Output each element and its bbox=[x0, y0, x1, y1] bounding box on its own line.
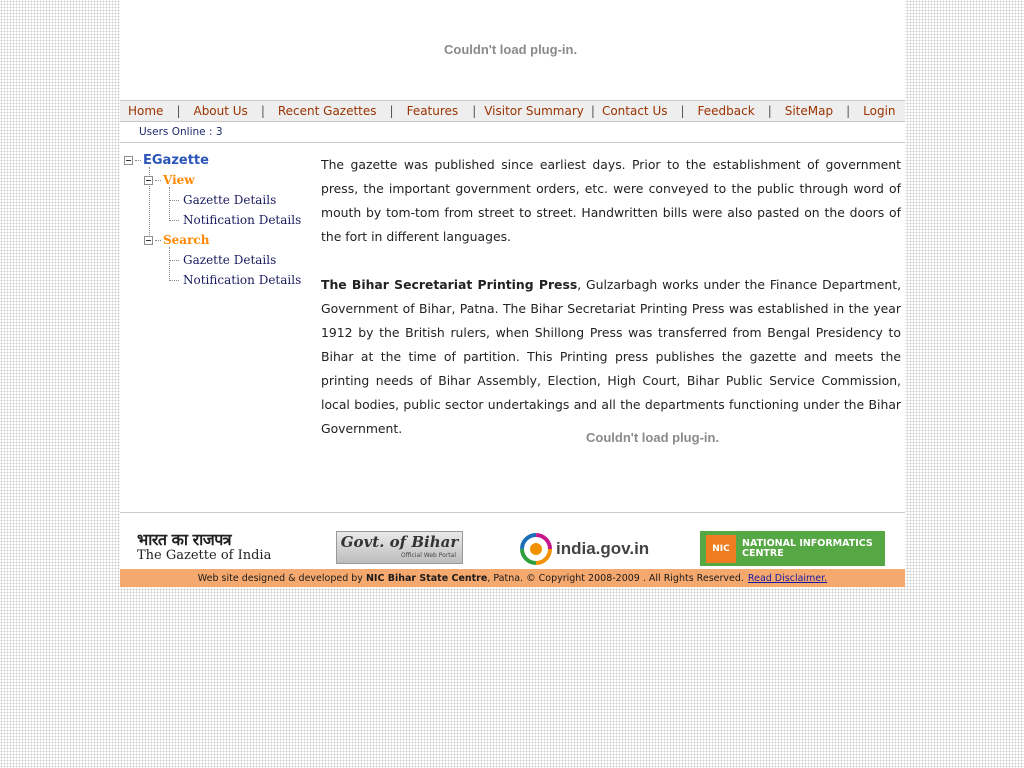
gazette-logo-hindi: भारत का राजपत्र bbox=[137, 530, 232, 549]
tree-connector bbox=[169, 220, 179, 221]
nav-features[interactable]: Features bbox=[407, 104, 459, 118]
india-gov-emblem-icon bbox=[520, 532, 552, 565]
printing-press-title: The Bihar Secretariat Printing Press bbox=[321, 277, 578, 292]
nav-login[interactable]: Login bbox=[863, 104, 895, 118]
nav-home[interactable]: Home bbox=[128, 104, 163, 118]
bihar-logo-title: Govt. of Bihar bbox=[340, 533, 459, 551]
tree-leaf-label[interactable]: Gazette Details bbox=[183, 193, 276, 207]
tree-connector bbox=[169, 280, 179, 281]
tree-connector bbox=[169, 187, 170, 221]
tree-connector bbox=[169, 247, 170, 281]
tree-connector bbox=[155, 179, 161, 181]
tree-item-search-notification-details[interactable]: Notification Details bbox=[183, 273, 301, 287]
tree-leaf-label[interactable]: Gazette Details bbox=[183, 253, 276, 267]
tree-node-view[interactable]: View bbox=[144, 173, 195, 187]
bihar-logo-subtitle: Official Web Portal bbox=[401, 552, 456, 559]
nic-logo-line1: NATIONAL INFORMATICS bbox=[742, 537, 873, 549]
printing-press-paragraph: The Bihar Secretariat Printing Press, Gu… bbox=[321, 273, 901, 441]
nav-separator: | bbox=[176, 104, 181, 118]
tree-connector bbox=[135, 160, 141, 161]
read-disclaimer-link[interactable]: Read Disclaimer. bbox=[748, 573, 827, 584]
nav-recent-gazettes[interactable]: Recent Gazettes bbox=[278, 104, 377, 118]
nav-feedback[interactable]: Feedback bbox=[698, 104, 755, 118]
intro-paragraph: The gazette was published since earliest… bbox=[321, 157, 901, 244]
plugin-placeholder-content: Couldn't load plug-in. bbox=[586, 430, 720, 445]
nic-logo-line2: CENTRE bbox=[742, 547, 784, 559]
gazette-of-india-logo[interactable]: भारत का राजपत्र The Gazette of India bbox=[137, 531, 289, 566]
tree-leaf-label[interactable]: Notification Details bbox=[183, 213, 301, 227]
tree-item-view-gazette-details[interactable]: Gazette Details bbox=[183, 193, 276, 207]
govt-of-bihar-logo[interactable]: Govt. of Bihar Official Web Portal bbox=[336, 531, 463, 564]
collapse-icon[interactable] bbox=[144, 235, 153, 245]
tree-label-egazette[interactable]: EGazette bbox=[143, 153, 209, 168]
divider bbox=[120, 142, 905, 143]
tree-node-search[interactable]: Search bbox=[144, 233, 209, 247]
nav-separator: | bbox=[590, 104, 595, 118]
nav-separator: | bbox=[680, 104, 685, 118]
footer-bar: Web site designed & developed by NIC Bih… bbox=[120, 569, 905, 587]
egazette-tree: EGazette View Gazette Details Notificati… bbox=[124, 153, 314, 293]
tree-label-search[interactable]: Search bbox=[163, 233, 209, 247]
footer-copyright: , Patna. © Copyright 2008-2009 . All Rig… bbox=[487, 572, 744, 584]
nav-sitemap[interactable]: SiteMap bbox=[785, 104, 833, 118]
tree-node-egazette[interactable]: EGazette bbox=[124, 153, 209, 168]
tree-connector bbox=[155, 239, 161, 241]
nav-contact-us[interactable]: Contact Us bbox=[602, 104, 668, 118]
main-nav: Home | About Us | Recent Gazettes | Feat… bbox=[120, 100, 905, 122]
india-gov-logo[interactable]: india.gov.in bbox=[520, 531, 655, 566]
nav-about-us[interactable]: About Us bbox=[193, 104, 247, 118]
collapse-icon[interactable] bbox=[124, 156, 133, 165]
nav-separator: | bbox=[389, 104, 394, 118]
nic-logo[interactable]: NIC NATIONAL INFORMATICS CENTRE bbox=[700, 531, 885, 566]
nav-separator: | bbox=[472, 104, 477, 118]
printing-press-text: , Gulzarbagh works under the Finance Dep… bbox=[321, 277, 902, 436]
page-container: Couldn't load plug-in. Home | About Us |… bbox=[120, 0, 905, 587]
footer-org: NIC Bihar State Centre bbox=[365, 572, 488, 584]
tree-item-search-gazette-details[interactable]: Gazette Details bbox=[183, 253, 276, 267]
tree-item-view-notification-details[interactable]: Notification Details bbox=[183, 213, 301, 227]
tree-label-view[interactable]: View bbox=[163, 173, 195, 187]
collapse-icon[interactable] bbox=[144, 175, 153, 185]
footer-prefix: Web site designed & developed by bbox=[197, 572, 363, 584]
nav-separator: | bbox=[767, 104, 772, 118]
divider bbox=[120, 512, 905, 513]
main-content: The gazette was published since earliest… bbox=[321, 153, 901, 441]
tree-connector bbox=[169, 260, 179, 261]
india-gov-text: india.gov.in bbox=[556, 538, 650, 558]
tree-connector bbox=[169, 200, 179, 201]
users-online-counter: Users Online : 3 bbox=[139, 126, 223, 138]
plugin-placeholder-top: Couldn't load plug-in. bbox=[444, 42, 578, 57]
nav-separator: | bbox=[846, 104, 851, 118]
gazette-logo-english: The Gazette of India bbox=[137, 548, 272, 563]
nic-badge-icon: NIC bbox=[706, 534, 736, 563]
nav-separator: | bbox=[260, 104, 265, 118]
tree-leaf-label[interactable]: Notification Details bbox=[183, 273, 301, 287]
nav-visitor-summary[interactable]: Visitor Summary bbox=[484, 104, 584, 118]
